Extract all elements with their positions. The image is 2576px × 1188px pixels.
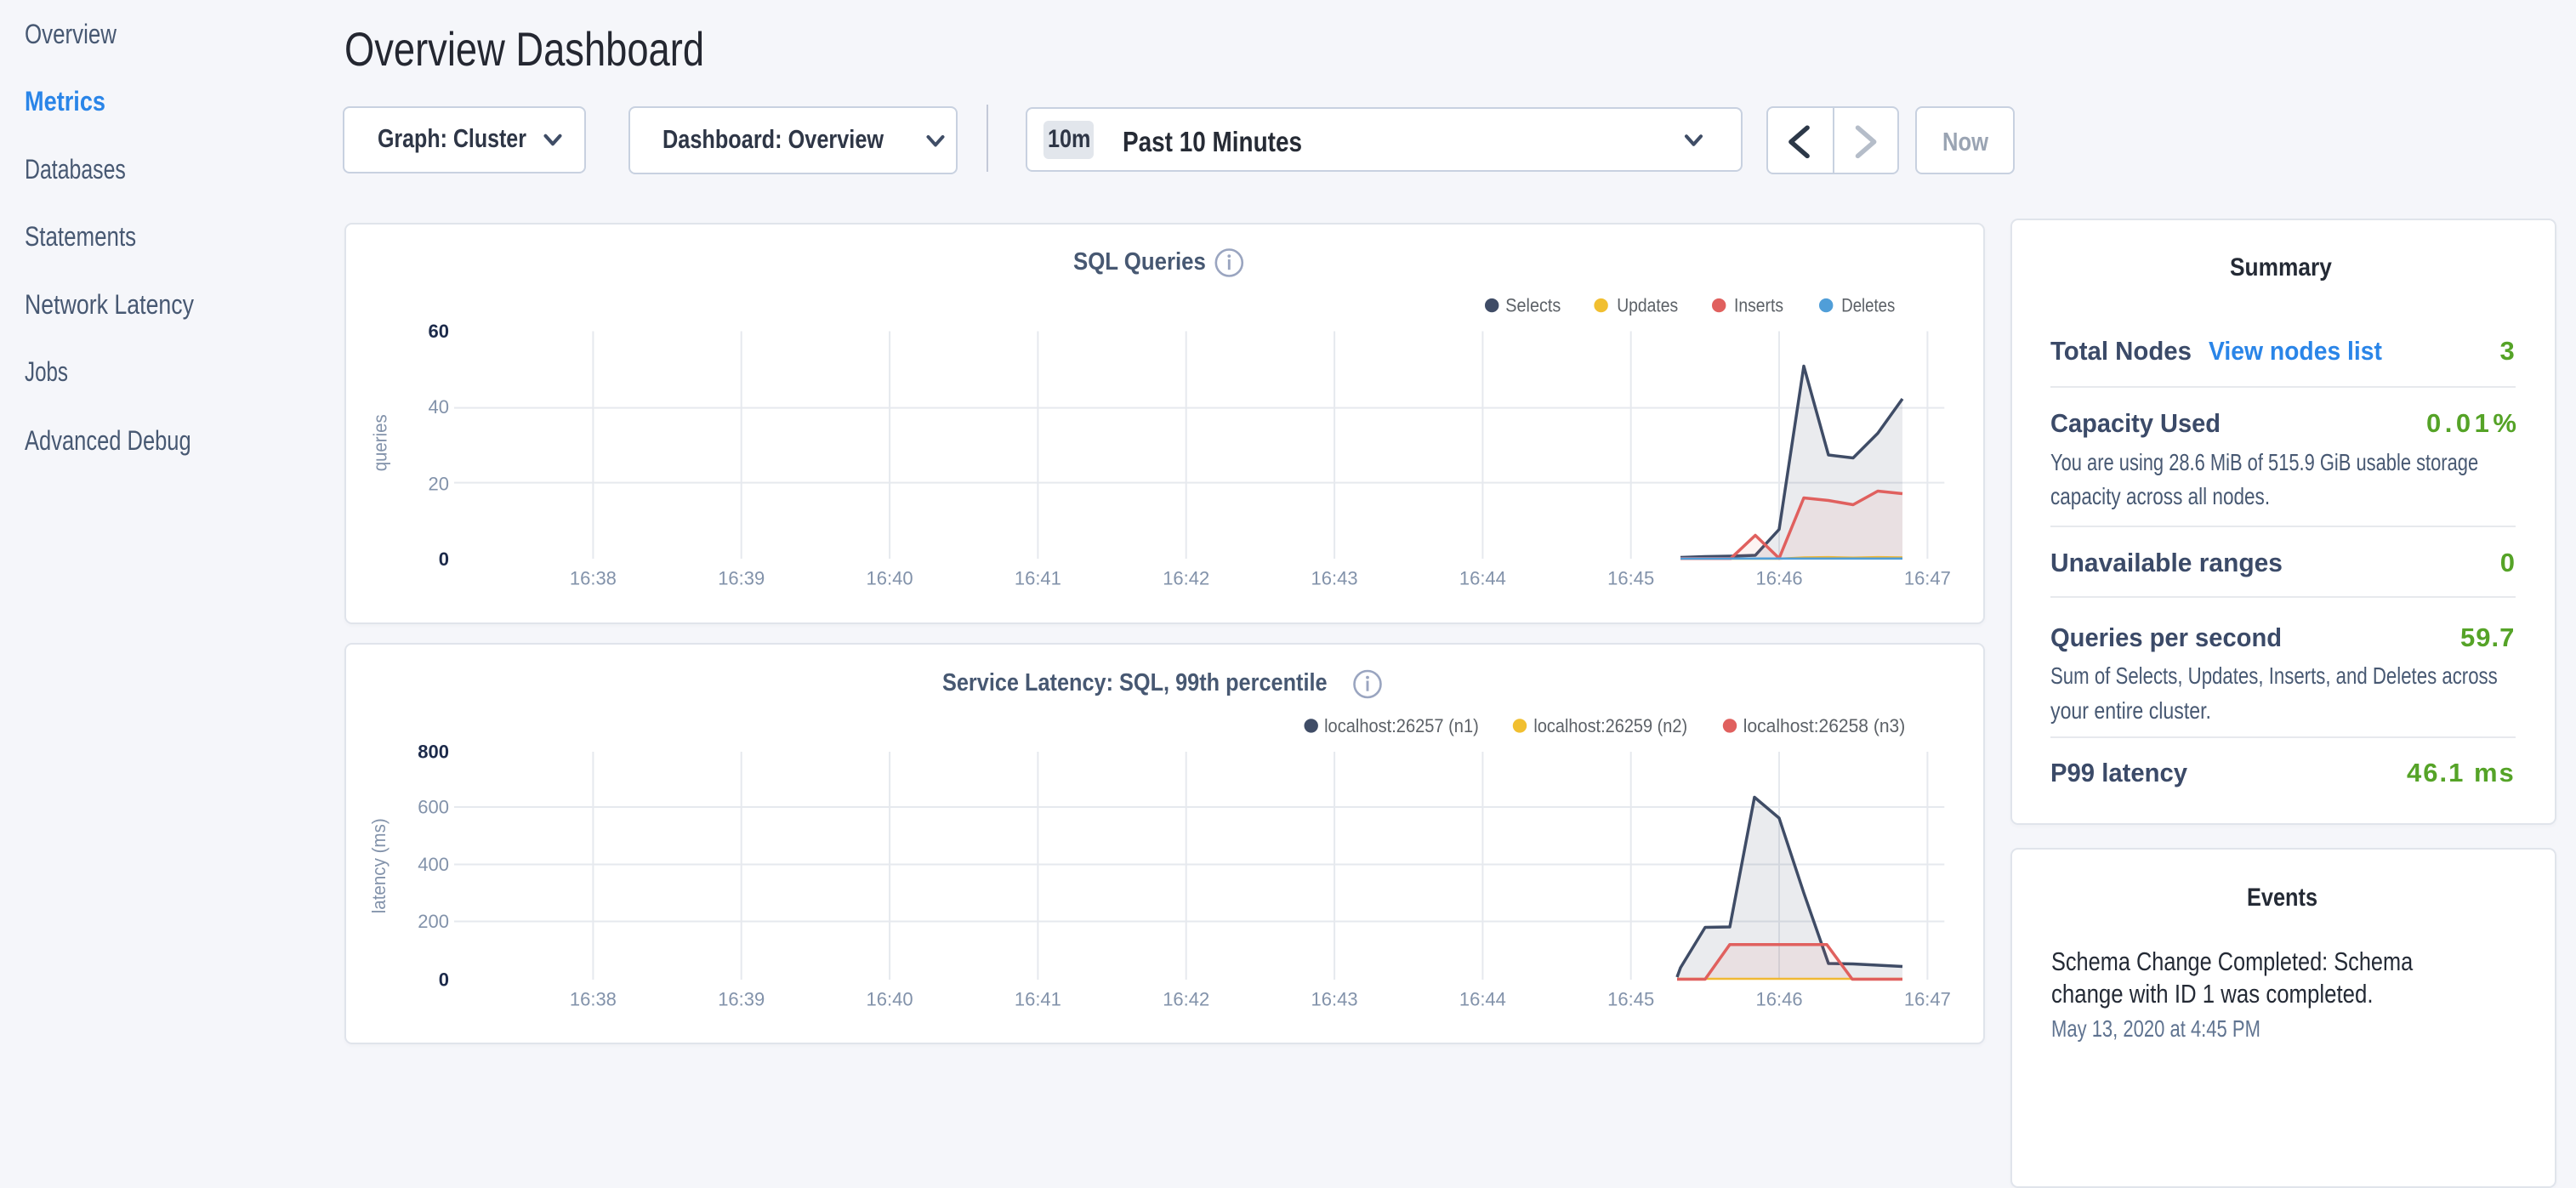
svg-text:localhost:26259 (n2): localhost:26259 (n2) xyxy=(1533,715,1687,736)
svg-text:16:41: 16:41 xyxy=(1015,568,1061,589)
svg-text:Deletes: Deletes xyxy=(1841,295,1895,316)
svg-text:16:46: 16:46 xyxy=(1756,989,1803,1010)
svg-text:queries: queries xyxy=(369,414,390,471)
svg-text:16:41: 16:41 xyxy=(1015,989,1061,1010)
svg-text:16:39: 16:39 xyxy=(718,989,765,1010)
svg-text:600: 600 xyxy=(418,797,449,818)
svg-text:16:46: 16:46 xyxy=(1756,568,1803,589)
svg-text:latency (ms): latency (ms) xyxy=(368,818,390,913)
svg-text:16:43: 16:43 xyxy=(1311,568,1358,589)
svg-text:16:47: 16:47 xyxy=(1904,989,1951,1010)
svg-text:16:38: 16:38 xyxy=(570,568,617,589)
svg-text:20: 20 xyxy=(429,474,449,495)
svg-text:16:43: 16:43 xyxy=(1311,989,1358,1010)
svg-text:16:42: 16:42 xyxy=(1163,989,1209,1010)
svg-text:0: 0 xyxy=(439,969,449,991)
svg-text:16:40: 16:40 xyxy=(867,989,913,1010)
svg-text:Selects: Selects xyxy=(1505,295,1561,316)
svg-text:localhost:26257 (n1): localhost:26257 (n1) xyxy=(1324,715,1479,736)
svg-text:16:39: 16:39 xyxy=(718,568,765,589)
svg-text:40: 40 xyxy=(429,396,449,418)
svg-text:16:44: 16:44 xyxy=(1459,568,1506,589)
svg-text:16:45: 16:45 xyxy=(1607,989,1654,1010)
svg-text:0: 0 xyxy=(439,549,449,570)
svg-text:Updates: Updates xyxy=(1617,295,1678,316)
svg-text:16:42: 16:42 xyxy=(1163,568,1209,589)
svg-text:16:44: 16:44 xyxy=(1459,989,1506,1010)
svg-text:16:45: 16:45 xyxy=(1607,568,1654,589)
svg-text:16:38: 16:38 xyxy=(570,989,617,1010)
svg-text:16:40: 16:40 xyxy=(867,568,913,589)
svg-text:Inserts: Inserts xyxy=(1734,295,1783,316)
svg-text:60: 60 xyxy=(429,321,449,342)
svg-text:200: 200 xyxy=(418,911,449,932)
svg-text:400: 400 xyxy=(418,854,449,875)
svg-text:localhost:26258 (n3): localhost:26258 (n3) xyxy=(1743,715,1905,736)
svg-text:16:47: 16:47 xyxy=(1904,568,1951,589)
svg-text:800: 800 xyxy=(418,742,449,763)
